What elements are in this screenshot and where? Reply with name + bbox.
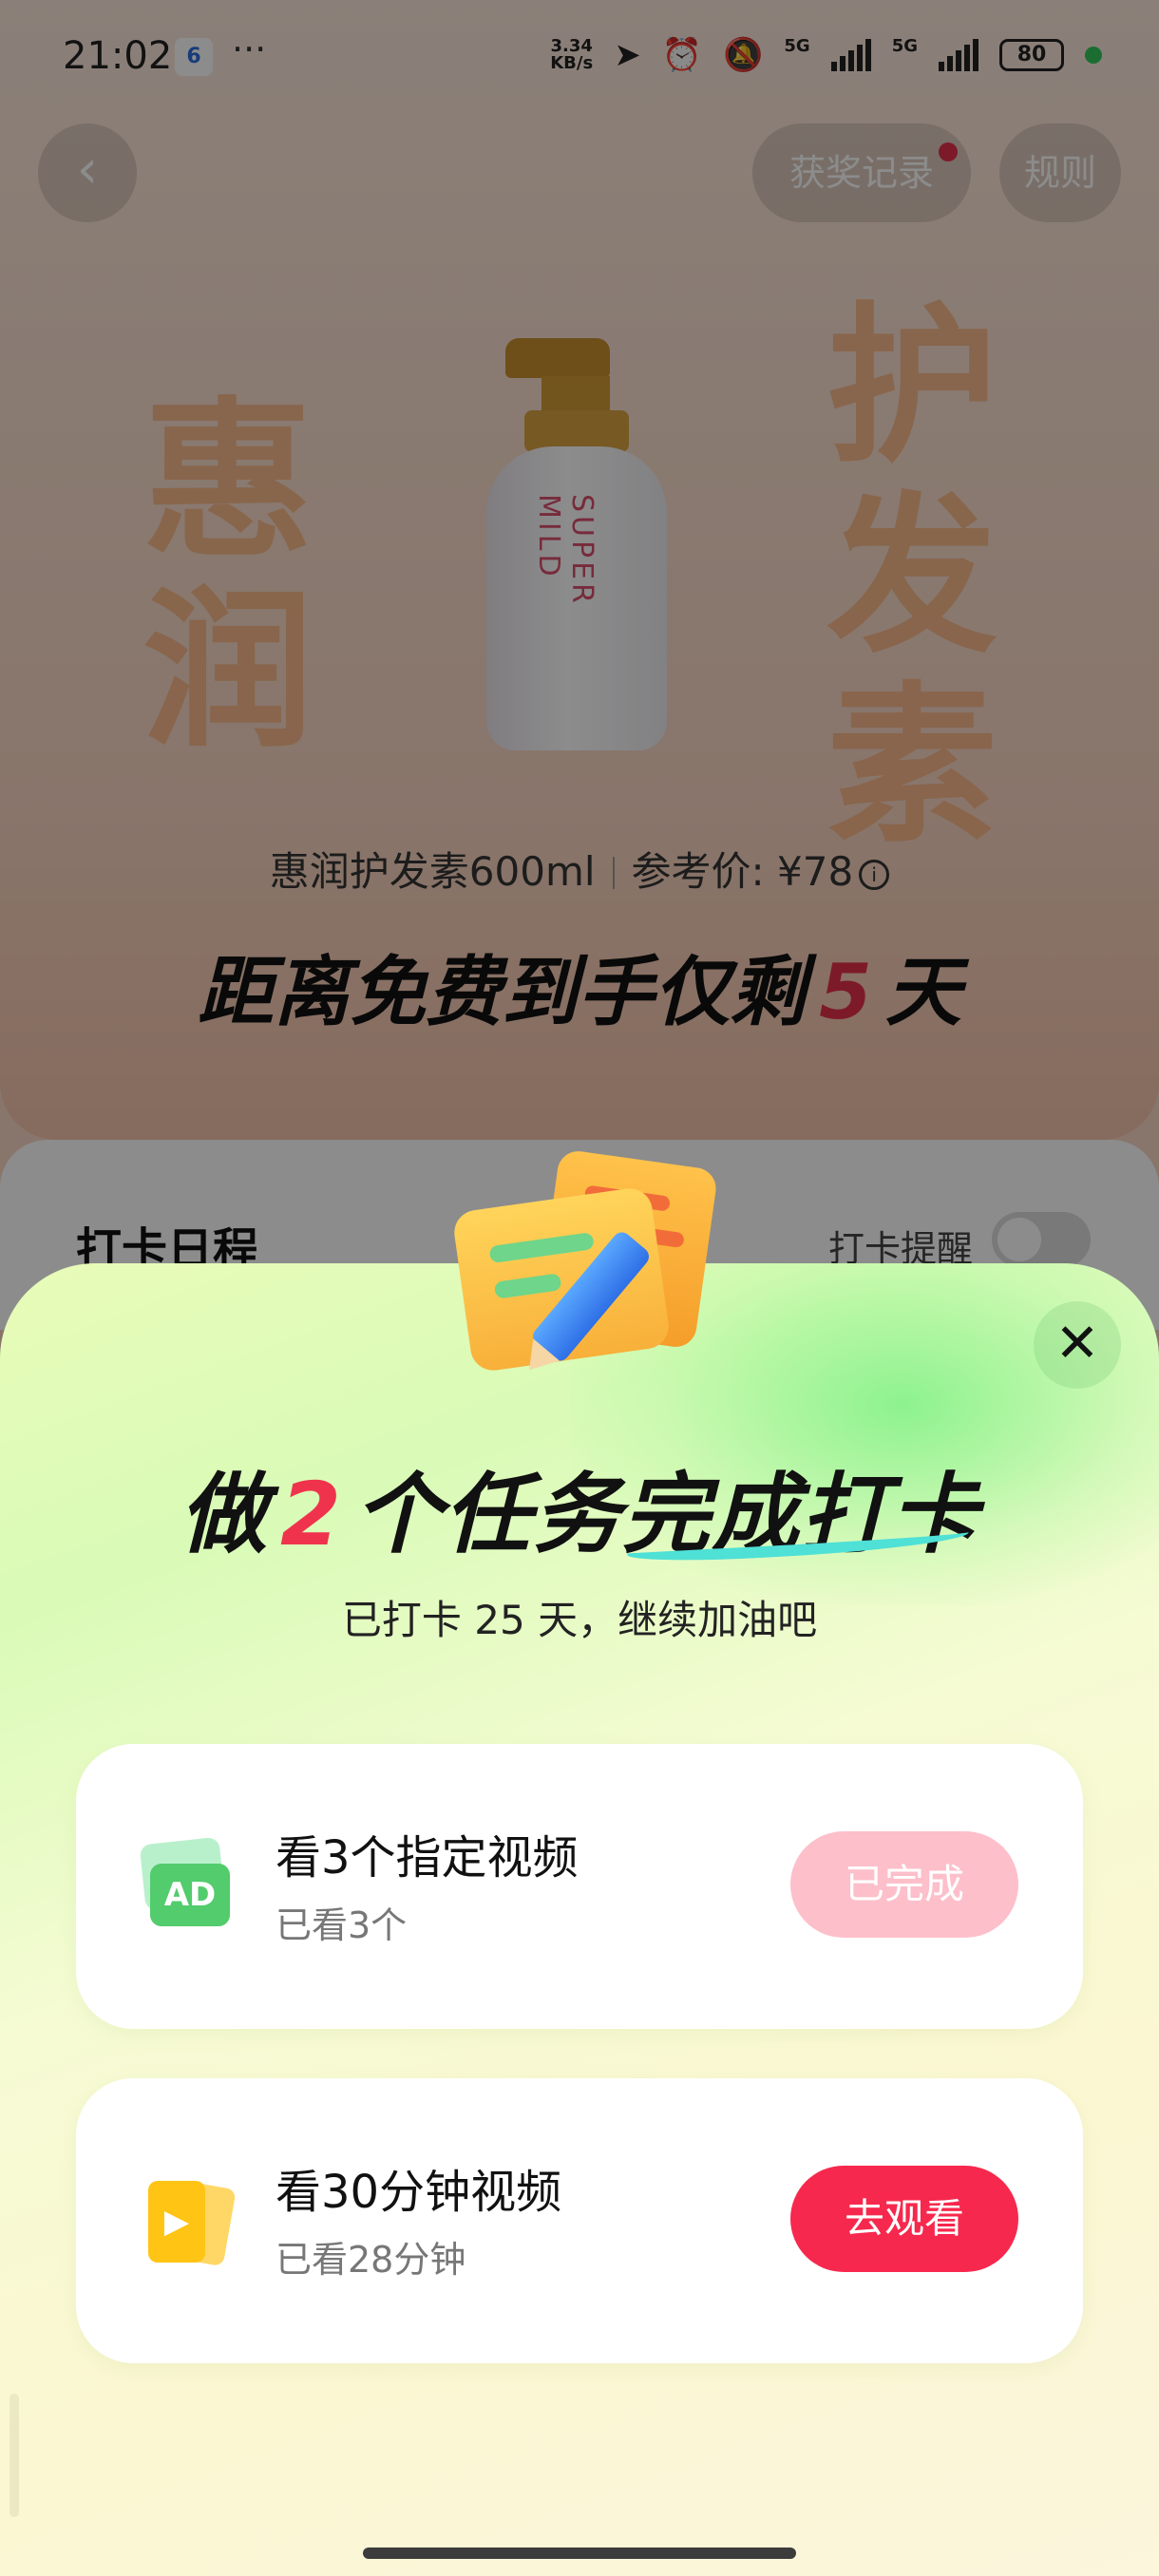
task-title: 看30分钟视频 bbox=[276, 2166, 562, 2219]
sheet-subtitle: 已打卡 25 天，继续加油吧 bbox=[341, 1597, 818, 1643]
home-indicator[interactable] bbox=[363, 2548, 796, 2559]
task-progress: 已看28分钟 bbox=[276, 2239, 466, 2281]
scroll-handle[interactable] bbox=[10, 2394, 19, 2517]
sheet-title: 做 2 个任务完成打卡 bbox=[179, 1464, 980, 1565]
task-card: AD 看3个指定视频 已看3个 已完成 bbox=[76, 1744, 1083, 2029]
close-button[interactable]: ✕ bbox=[1034, 1301, 1121, 1389]
task-progress: 已看3个 bbox=[276, 1904, 408, 1946]
task-count: 2 bbox=[279, 1464, 343, 1565]
ad-video-icon: AD bbox=[139, 1836, 234, 1932]
play-video-icon: ▶ bbox=[142, 2175, 237, 2267]
go-watch-button[interactable]: 去观看 bbox=[790, 2166, 1018, 2272]
task-completed-button[interactable]: 已完成 bbox=[790, 1831, 1018, 1938]
task-card: ▶ 看30分钟视频 已看28分钟 去观看 bbox=[76, 2078, 1083, 2363]
task-title: 看3个指定视频 bbox=[276, 1831, 579, 1885]
screen: 21:02 6 ··· 3.34 KB/s ➤ ⏰ 🔕 5G 5G 80 ‹ 获… bbox=[0, 0, 1159, 2576]
